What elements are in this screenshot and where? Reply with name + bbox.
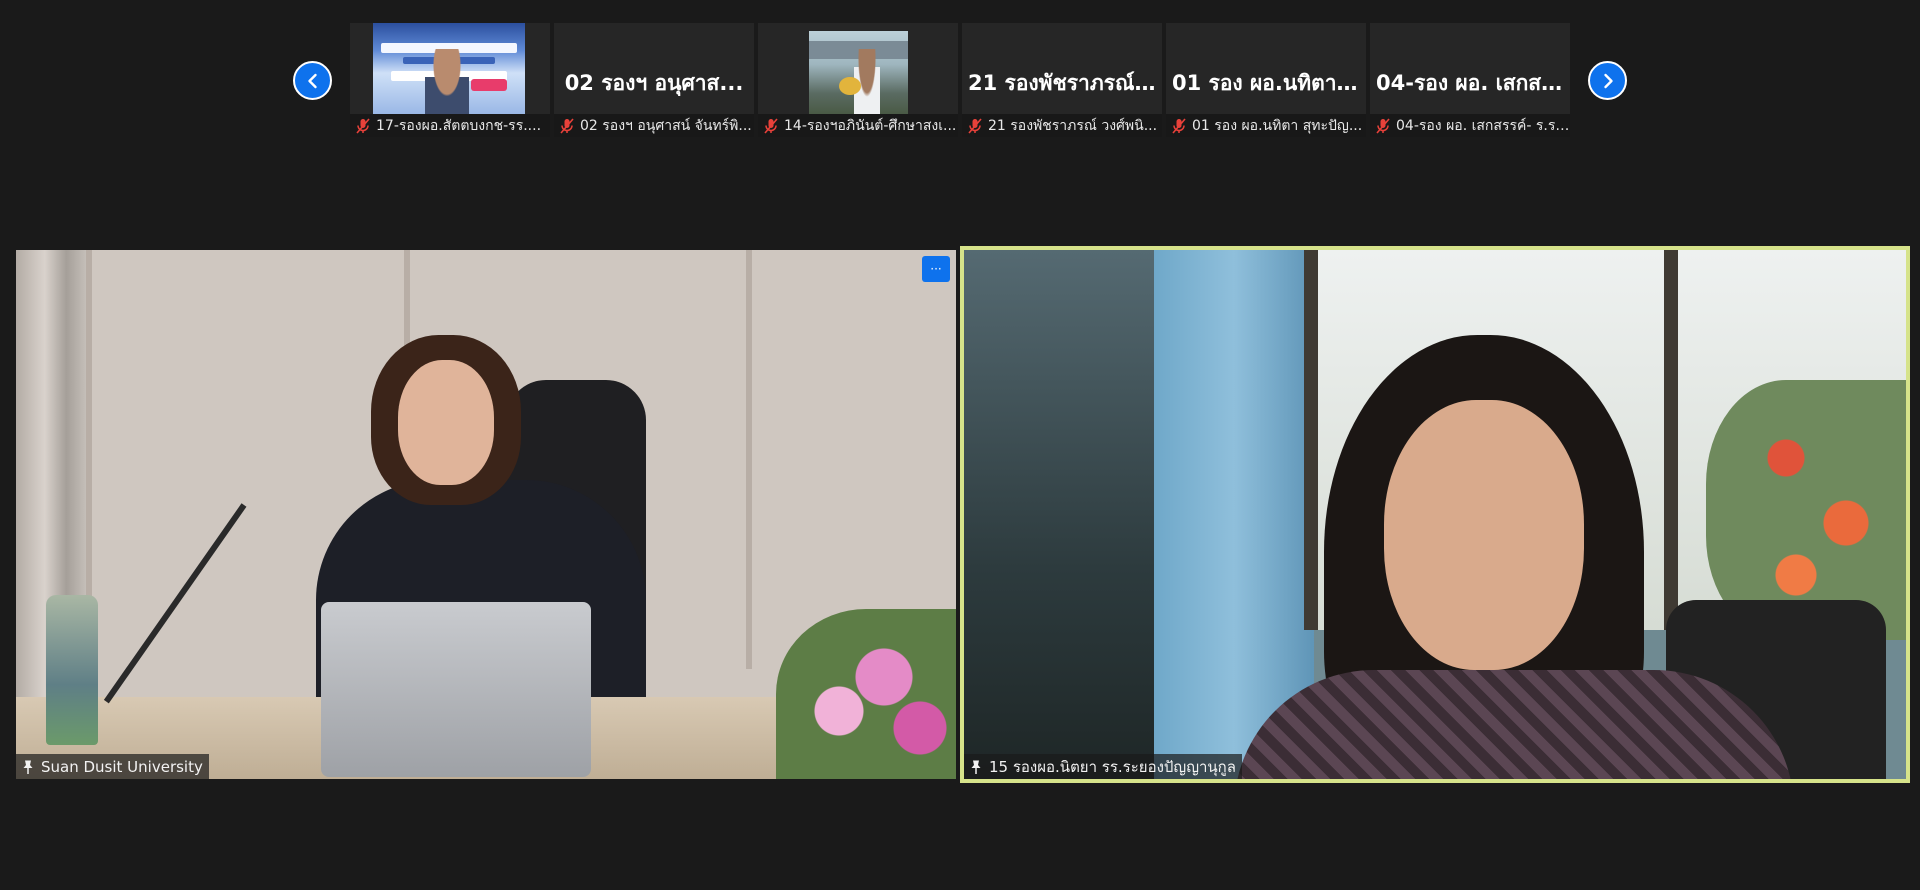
participant-display-name: 01 รอง ผอ.นทิตา... bbox=[1172, 71, 1360, 95]
chevron-right-icon bbox=[1603, 73, 1613, 88]
microphone-muted-icon bbox=[356, 117, 370, 134]
participant-name: 02 รองฯ อนุศาสน์ จันทร์พิ... bbox=[580, 117, 752, 134]
participant-thumbnail[interactable]: 01 รอง ผอ.นทิตา... 01 รอง ผอ.นทิตา สุทะป… bbox=[1166, 23, 1366, 137]
participant-name: 21 รองพัชราภรณ์ วงศ์พนิ... bbox=[988, 117, 1158, 134]
microphone-stand bbox=[103, 503, 247, 704]
microphone-muted-icon bbox=[1376, 117, 1390, 134]
participant-name: 04-รอง ผอ. เสกสรรค์- ร.ร.... bbox=[1396, 117, 1570, 134]
participant-name-tag: 15 รองผอ.นิตยา รร.ระยองปัญญานุกูล bbox=[964, 754, 1242, 779]
participant-label: 01 รอง ผอ.นทิตา สุทะปัญ... bbox=[1166, 114, 1366, 137]
more-options-label: ··· bbox=[930, 262, 942, 276]
microphone-muted-icon bbox=[968, 117, 982, 134]
participant-name: Suan Dusit University bbox=[41, 757, 203, 776]
active-speaker-video-tile[interactable]: 15 รองผอ.นิตยา รร.ระยองปัญญานุกูล bbox=[960, 246, 1910, 783]
laptop bbox=[321, 602, 591, 777]
water-bottle bbox=[46, 595, 98, 745]
chevron-left-icon bbox=[307, 73, 317, 88]
participant-thumbnail[interactable]: 21 รองพัชราภรณ์... 21 รองพัชราภรณ์ วงศ์พ… bbox=[962, 23, 1162, 137]
participant-label: 02 รองฯ อนุศาสน์ จันทร์พิ... bbox=[554, 114, 754, 137]
participant-video bbox=[373, 23, 525, 114]
microphone-muted-icon bbox=[560, 117, 574, 134]
previous-page-button[interactable] bbox=[293, 61, 332, 100]
participant-name: 15 รองผอ.นิตยา รร.ระยองปัญญานุกูล bbox=[989, 757, 1236, 776]
participant-label: 14-รองฯอภินันต์-ศึกษาสงเ... bbox=[758, 114, 958, 137]
flower-arrangement bbox=[776, 609, 956, 779]
participant-display-name: 21 รองพัชราภรณ์... bbox=[968, 71, 1156, 95]
participant-label: 04-รอง ผอ. เสกสรรค์- ร.ร.... bbox=[1370, 114, 1570, 137]
speaker-body bbox=[1234, 670, 1794, 779]
participant-label: 21 รองพัชราภรณ์ วงศ์พนิ... bbox=[962, 114, 1162, 137]
participant-name: 17-รองผอ.สัตตบงกช-รร.... bbox=[376, 117, 542, 134]
pin-icon bbox=[971, 760, 981, 774]
participant-thumbnail[interactable]: 04-รอง ผอ. เสกส... 04-รอง ผอ. เสกสรรค์- … bbox=[1370, 23, 1570, 137]
speaker-face bbox=[398, 360, 494, 485]
speaker-face bbox=[1384, 400, 1584, 670]
participant-thumbnail[interactable]: 02 รองฯ อนุศาส... 02 รองฯ อนุศาสน์ จันทร… bbox=[554, 23, 754, 137]
participant-video bbox=[809, 31, 908, 114]
participant-thumbnail-strip: 17-รองผอ.สัตตบงกช-รร.... 02 รองฯ อนุศาส.… bbox=[350, 23, 1572, 137]
participant-name: 01 รอง ผอ.นทิตา สุทะปัญ... bbox=[1192, 117, 1363, 134]
background-trees bbox=[964, 250, 1154, 779]
participant-name-tag: Suan Dusit University bbox=[16, 754, 209, 779]
participant-label: 17-รองผอ.สัตตบงกช-รร.... bbox=[350, 114, 550, 137]
more-options-button[interactable]: ··· bbox=[922, 256, 950, 282]
participant-display-name: 04-รอง ผอ. เสกส... bbox=[1376, 71, 1564, 95]
participant-name: 14-รองฯอภินันต์-ศึกษาสงเ... bbox=[784, 117, 957, 134]
microphone-muted-icon bbox=[764, 117, 778, 134]
participant-video-tile[interactable]: ··· Suan Dusit University bbox=[16, 250, 956, 779]
pin-icon bbox=[23, 760, 33, 774]
microphone-muted-icon bbox=[1172, 117, 1186, 134]
next-page-button[interactable] bbox=[1588, 61, 1627, 100]
participant-display-name: 02 รองฯ อนุศาส... bbox=[564, 71, 744, 95]
participant-thumbnail[interactable]: 14-รองฯอภินันต์-ศึกษาสงเ... bbox=[758, 23, 958, 137]
participant-thumbnail[interactable]: 17-รองผอ.สัตตบงกช-รร.... bbox=[350, 23, 550, 137]
